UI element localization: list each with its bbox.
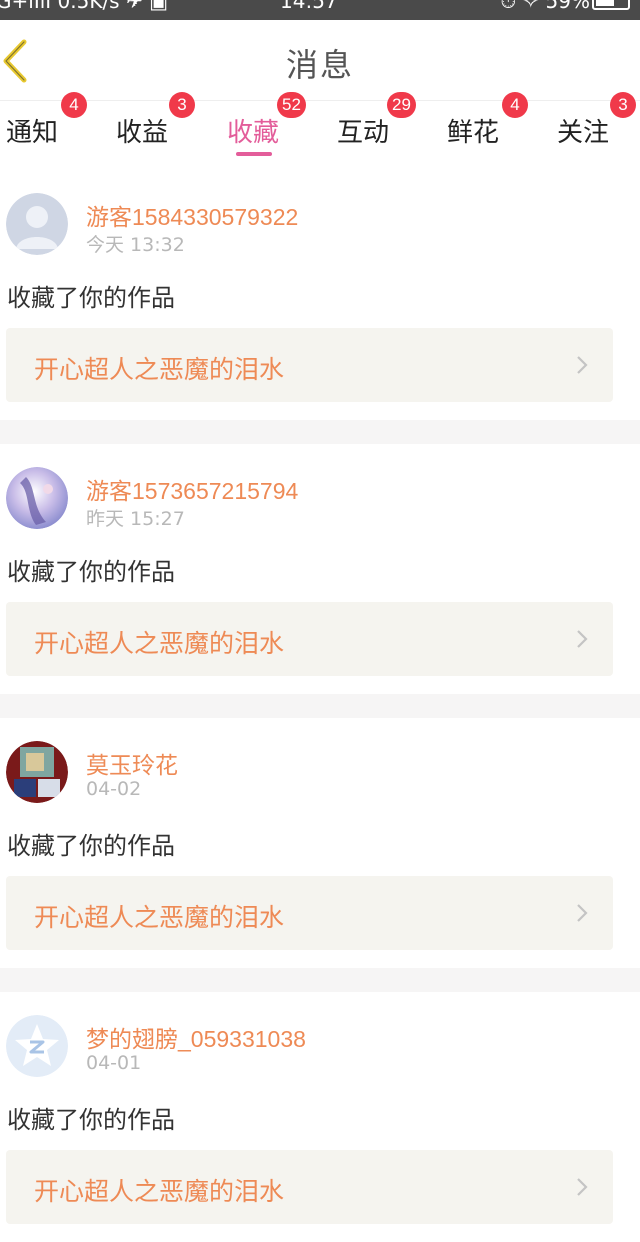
timestamp: 今天 13:32 bbox=[86, 234, 185, 256]
chevron-right-icon bbox=[577, 904, 588, 922]
tab-earnings[interactable]: 收益 3 bbox=[116, 92, 200, 160]
avatar[interactable] bbox=[6, 193, 68, 255]
tab-badge: 29 bbox=[387, 92, 416, 118]
tab-badge: 3 bbox=[169, 92, 195, 118]
status-bar-network: G+ıIlI 0.5K/s ✈ ▣ bbox=[0, 0, 168, 13]
username[interactable]: 梦的翅膀_059331038 bbox=[86, 1020, 306, 1054]
page-title: 消息 bbox=[285, 46, 354, 84]
illustration-avatar bbox=[6, 467, 68, 529]
timestamp: 04-01 bbox=[86, 1052, 142, 1074]
timestamp: 04-02 bbox=[86, 778, 142, 800]
status-bar-time: 14:57 bbox=[280, 0, 338, 13]
tab-label: 关注 bbox=[557, 118, 610, 148]
action-text: 收藏了你的作品 bbox=[7, 558, 175, 586]
action-text: 收藏了你的作品 bbox=[7, 1106, 175, 1134]
tab-badge: 4 bbox=[502, 92, 528, 118]
work-title: 开心超人之恶魔的泪水 bbox=[34, 903, 285, 932]
chevron-right-icon bbox=[577, 630, 588, 648]
qzone-avatar-icon bbox=[6, 1015, 68, 1077]
status-bar-indicators: ⏱ ✧ 59% bbox=[500, 0, 590, 13]
avatar[interactable] bbox=[6, 741, 68, 803]
tab-favorites[interactable]: 收藏 52 bbox=[227, 92, 317, 160]
tab-label: 收藏 bbox=[227, 118, 280, 148]
action-text: 收藏了你的作品 bbox=[7, 284, 175, 312]
timestamp: 昨天 15:27 bbox=[86, 508, 185, 530]
tab-label: 鲜花 bbox=[447, 118, 500, 148]
tab-flowers[interactable]: 鲜花 4 bbox=[447, 92, 531, 160]
active-tab-underline bbox=[236, 152, 272, 156]
divider bbox=[0, 694, 640, 718]
battery-icon bbox=[592, 0, 630, 10]
tab-label: 通知 bbox=[6, 118, 59, 148]
list-item: 游客1573657215794 昨天 15:27 收藏了你的作品 开心超人之恶魔… bbox=[0, 444, 640, 694]
divider bbox=[0, 968, 640, 992]
chevron-right-icon bbox=[577, 356, 588, 374]
status-bar: G+ıIlI 0.5K/s ✈ ▣ 14:57 ⏱ ✧ 59% bbox=[0, 0, 640, 20]
tab-bar: 通知 4 收益 3 收藏 52 互动 29 鲜花 4 关注 3 bbox=[0, 92, 640, 160]
divider bbox=[0, 420, 640, 444]
username[interactable]: 游客1573657215794 bbox=[86, 472, 298, 506]
message-list: 游客1584330579322 今天 13:32 收藏了你的作品 开心超人之恶魔… bbox=[0, 170, 640, 1242]
tab-label: 收益 bbox=[116, 118, 169, 148]
work-title: 开心超人之恶魔的泪水 bbox=[34, 355, 285, 384]
tab-following[interactable]: 关注 3 bbox=[557, 92, 640, 160]
header: 消息 bbox=[0, 20, 640, 101]
username[interactable]: 莫玉玲花 bbox=[86, 746, 178, 780]
work-link[interactable]: 开心超人之恶魔的泪水 bbox=[6, 1150, 613, 1224]
tab-interactions[interactable]: 互动 29 bbox=[337, 92, 427, 160]
tab-badge: 52 bbox=[277, 92, 306, 118]
tab-notifications[interactable]: 通知 4 bbox=[6, 92, 90, 160]
work-title: 开心超人之恶魔的泪水 bbox=[34, 1177, 285, 1206]
avatar[interactable] bbox=[6, 1015, 68, 1077]
photo-avatar bbox=[6, 741, 68, 803]
avatar[interactable] bbox=[6, 467, 68, 529]
action-text: 收藏了你的作品 bbox=[7, 832, 175, 860]
tab-label: 互动 bbox=[337, 118, 390, 148]
username[interactable]: 游客1584330579322 bbox=[86, 198, 298, 232]
default-avatar-icon bbox=[6, 193, 68, 255]
work-title: 开心超人之恶魔的泪水 bbox=[34, 629, 285, 658]
work-link[interactable]: 开心超人之恶魔的泪水 bbox=[6, 328, 613, 402]
tab-badge: 4 bbox=[61, 92, 87, 118]
list-item: 游客1584330579322 今天 13:32 收藏了你的作品 开心超人之恶魔… bbox=[0, 170, 640, 420]
work-link[interactable]: 开心超人之恶魔的泪水 bbox=[6, 876, 613, 950]
chevron-right-icon bbox=[577, 1178, 588, 1196]
tab-badge: 3 bbox=[610, 92, 636, 118]
list-item: 莫玉玲花 04-02 收藏了你的作品 开心超人之恶魔的泪水 bbox=[0, 718, 640, 968]
work-link[interactable]: 开心超人之恶魔的泪水 bbox=[6, 602, 613, 676]
